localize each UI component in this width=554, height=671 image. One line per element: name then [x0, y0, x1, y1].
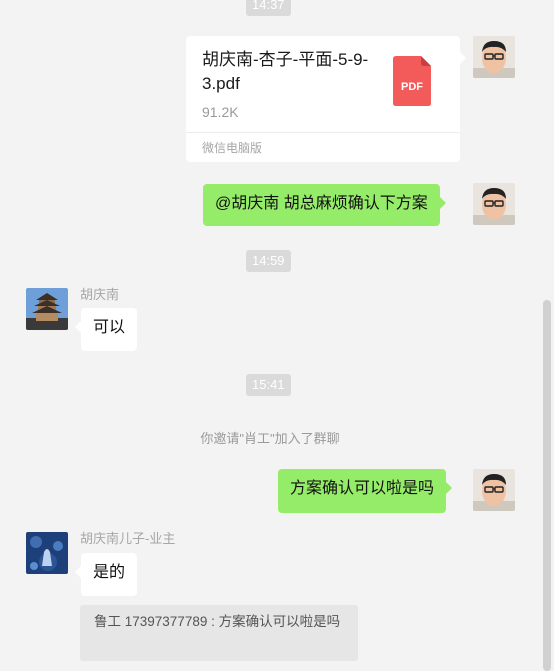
contact-message-bubble[interactable]: 是的: [74, 553, 138, 596]
timestamp: 14:37: [246, 0, 291, 16]
svg-text:PDF: PDF: [401, 81, 423, 93]
timestamp: 15:41: [246, 374, 291, 396]
pdf-icon: PDF: [393, 56, 431, 106]
self-message-bubble[interactable]: @胡庆南 胡总麻烦确认下方案: [203, 184, 446, 226]
quoted-message[interactable]: 鲁工 17397377789 : 方案确认可以啦是吗: [80, 605, 358, 661]
sender-name: 胡庆南儿子-业主: [80, 531, 176, 546]
self-avatar[interactable]: [473, 36, 515, 78]
chat-message-list[interactable]: 14:37 胡庆南-杏子-平面-5-9-3.pdf 91.2K PDF 微信电脑…: [0, 0, 540, 671]
sender-name: 胡庆南: [80, 287, 120, 302]
scrollbar-thumb[interactable]: [543, 300, 551, 671]
file-message-card[interactable]: 胡庆南-杏子-平面-5-9-3.pdf 91.2K PDF 微信电脑版: [186, 36, 466, 162]
system-notice: 你邀请"肖工"加入了群聊: [200, 431, 340, 446]
contact-avatar[interactable]: [26, 532, 68, 574]
file-source-label: 微信电脑版: [202, 141, 263, 155]
contact-avatar[interactable]: [26, 288, 68, 330]
file-name: 胡庆南-杏子-平面-5-9-3.pdf: [202, 50, 369, 93]
contact-message-bubble[interactable]: 可以: [74, 308, 138, 351]
file-card-divider: [186, 132, 460, 133]
scrollbar[interactable]: [540, 0, 554, 671]
self-message-bubble[interactable]: 方案确认可以啦是吗: [278, 469, 453, 513]
self-avatar[interactable]: [473, 469, 515, 511]
timestamp: 14:59: [246, 250, 291, 272]
self-avatar[interactable]: [473, 183, 515, 225]
file-size: 91.2K: [202, 104, 239, 120]
